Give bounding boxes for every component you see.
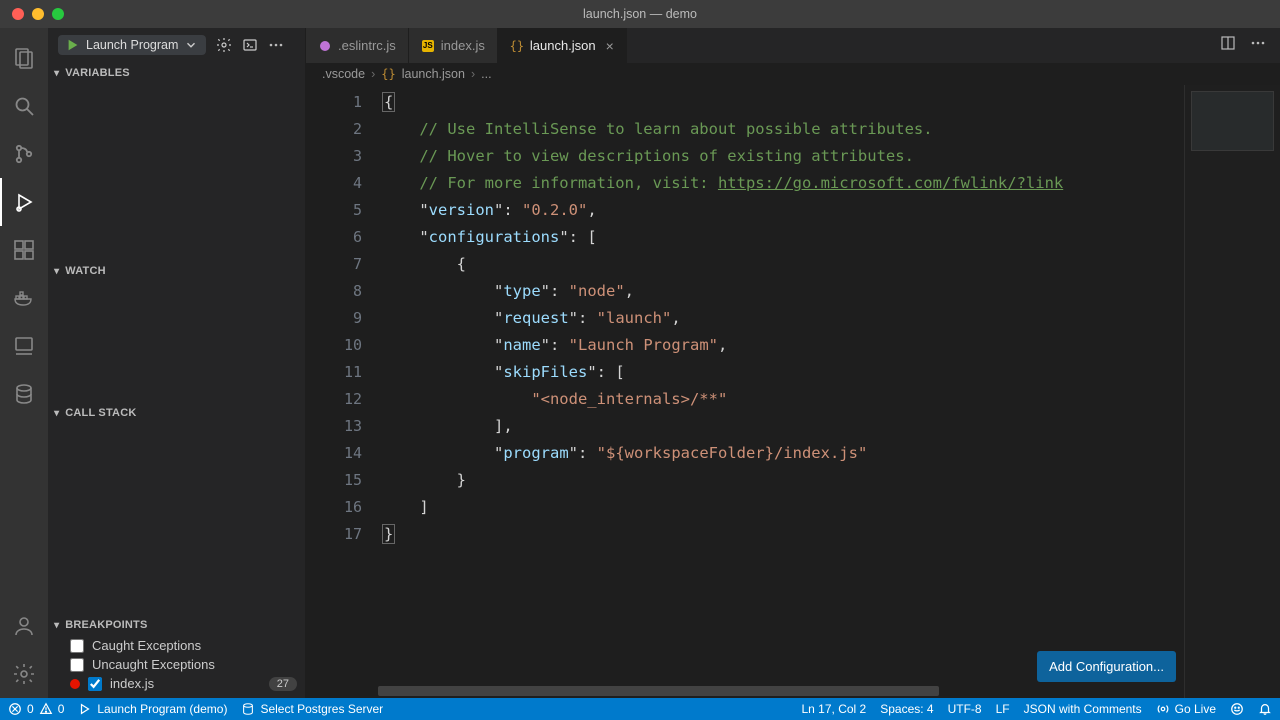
run-config-name: Launch Program (86, 38, 178, 52)
window-close-dot[interactable] (12, 8, 24, 20)
checkbox[interactable] (88, 677, 102, 691)
tab-bar: .eslintrc.js JS index.js {} launch.json … (306, 28, 1280, 63)
editor-body[interactable]: 1234567891011121314151617 { // Use Intel… (306, 85, 1280, 698)
status-problems[interactable]: 0 0 (8, 702, 64, 716)
status-launch-config[interactable]: Launch Program (demo) (78, 702, 227, 716)
editor: .eslintrc.js JS index.js {} launch.json … (306, 28, 1280, 698)
breakpoint-uncaught-exceptions[interactable]: Uncaught Exceptions (48, 655, 305, 674)
activity-run-debug[interactable] (0, 178, 48, 226)
debug-sidebar: Launch Program ▸ VARIABLES (48, 28, 306, 698)
status-cursor[interactable]: Ln 17, Col 2 (802, 702, 867, 716)
status-golive[interactable]: Go Live (1156, 702, 1216, 716)
checkbox[interactable] (70, 658, 84, 672)
breakpoint-dot-icon (70, 679, 80, 689)
tab-launch-json[interactable]: {} launch.json × (498, 28, 627, 63)
breakpoint-entry[interactable]: index.js 27 (48, 674, 305, 693)
activity-bar (0, 28, 48, 698)
status-postgres[interactable]: Select Postgres Server (241, 702, 383, 716)
window-title: launch.json — demo (0, 7, 1280, 21)
activity-docker[interactable] (0, 274, 48, 322)
status-encoding[interactable]: UTF-8 (948, 702, 982, 716)
window-zoom-dot[interactable] (52, 8, 64, 20)
activity-explorer[interactable] (0, 34, 48, 82)
status-indent[interactable]: Spaces: 4 (880, 702, 933, 716)
chevron-down-icon: ▸ (51, 622, 62, 627)
status-bar: 0 0 Launch Program (demo) Select Postgre… (0, 698, 1280, 720)
start-debug-button[interactable]: Launch Program (58, 35, 206, 55)
activity-scm[interactable] (0, 130, 48, 178)
section-watch[interactable]: ▸ WATCH (48, 260, 305, 282)
section-callstack[interactable]: ▸ CALL STACK (48, 402, 305, 424)
more-icon[interactable] (268, 37, 284, 53)
breakpoint-caught-exceptions[interactable]: Caught Exceptions (48, 636, 305, 655)
eslint-icon (318, 39, 332, 53)
chevron-down-icon (184, 38, 198, 52)
line-gutter: 1234567891011121314151617 (306, 85, 376, 698)
activity-account[interactable] (0, 602, 48, 650)
code-area[interactable]: { // Use IntelliSense to learn about pos… (376, 85, 1280, 698)
status-eol[interactable]: LF (996, 702, 1010, 716)
js-icon: JS (421, 39, 435, 53)
activity-remote[interactable] (0, 322, 48, 370)
debug-console-icon[interactable] (242, 37, 258, 53)
checkbox[interactable] (70, 639, 84, 653)
chevron-down-icon: ▸ (51, 70, 62, 75)
activity-extensions[interactable] (0, 226, 48, 274)
tab-eslintrc[interactable]: .eslintrc.js (306, 28, 409, 63)
activity-search[interactable] (0, 82, 48, 130)
activity-settings[interactable] (0, 650, 48, 698)
section-breakpoints[interactable]: ▸ BREAKPOINTS (48, 614, 305, 636)
add-configuration-button[interactable]: Add Configuration... (1037, 651, 1176, 682)
json-icon: {} (381, 67, 395, 81)
tab-index-js[interactable]: JS index.js (409, 28, 498, 63)
more-icon[interactable] (1250, 35, 1266, 56)
close-icon[interactable]: × (606, 38, 614, 54)
chevron-down-icon: ▸ (51, 268, 62, 273)
breakpoint-line-badge: 27 (269, 677, 297, 691)
breadcrumbs[interactable]: .vscode › {} launch.json › ... (306, 63, 1280, 85)
chevron-down-icon: ▸ (51, 410, 62, 415)
status-language[interactable]: JSON with Comments (1024, 702, 1142, 716)
json-icon: {} (510, 39, 524, 53)
status-bell-icon[interactable] (1258, 702, 1272, 716)
split-editor-icon[interactable] (1220, 35, 1236, 56)
status-feedback-icon[interactable] (1230, 702, 1244, 716)
activity-database[interactable] (0, 370, 48, 418)
minimap[interactable] (1184, 85, 1280, 698)
titlebar: launch.json — demo (0, 0, 1280, 28)
section-variables[interactable]: ▸ VARIABLES (48, 62, 305, 84)
horizontal-scrollbar[interactable] (378, 686, 1180, 696)
window-minimize-dot[interactable] (32, 8, 44, 20)
gear-icon[interactable] (216, 37, 232, 53)
